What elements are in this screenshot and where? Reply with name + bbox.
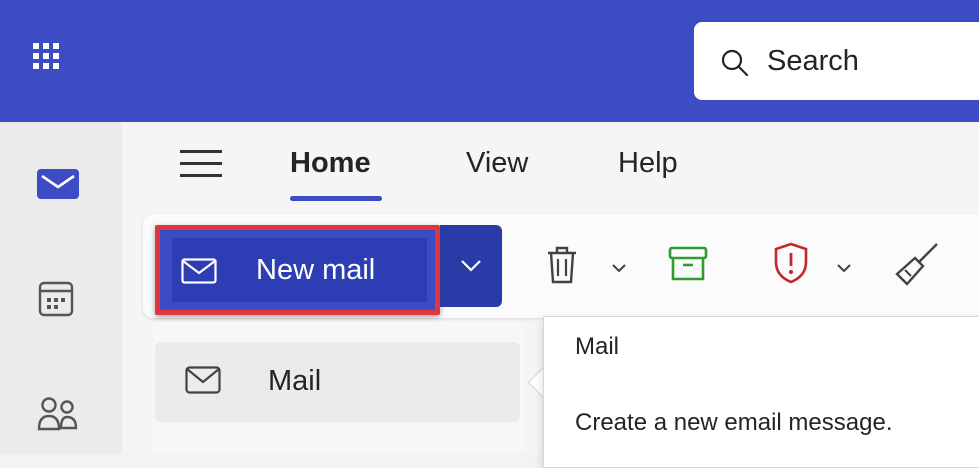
menu-item-label: Mail	[268, 365, 322, 397]
active-tab-indicator	[290, 196, 382, 201]
people-icon[interactable]	[36, 396, 80, 436]
tooltip-description: Create a new email message.	[575, 409, 893, 436]
chevron-down-icon[interactable]	[836, 263, 852, 273]
new-mail-button[interactable]: New mail	[155, 225, 440, 315]
report-icon[interactable]	[773, 242, 809, 284]
tab-home[interactable]: Home	[290, 143, 371, 183]
new-mail-button-inner[interactable]: New mail	[172, 238, 427, 302]
calendar-icon[interactable]	[36, 280, 76, 318]
tab-help[interactable]: Help	[618, 143, 678, 183]
tooltip: Mail Create a new email message.	[543, 316, 979, 468]
mail-icon[interactable]	[36, 168, 80, 200]
delete-icon[interactable]	[545, 245, 579, 285]
mail-icon	[185, 366, 221, 394]
sweep-icon[interactable]	[893, 240, 941, 288]
menu-item-mail[interactable]: Mail	[155, 342, 520, 422]
tab-view[interactable]: View	[466, 143, 528, 183]
search-placeholder: Search	[767, 45, 859, 77]
mail-icon	[181, 258, 217, 284]
search-icon	[721, 49, 749, 77]
app-rail	[0, 122, 122, 454]
app-launcher-icon[interactable]	[33, 43, 59, 69]
top-header-bar: Search	[0, 0, 979, 122]
tooltip-title: Mail	[575, 333, 620, 360]
archive-icon[interactable]	[668, 246, 708, 282]
new-mail-options-button[interactable]	[440, 225, 502, 307]
search-box[interactable]: Search	[694, 22, 979, 100]
chevron-down-icon[interactable]	[611, 263, 627, 273]
hamburger-menu-icon[interactable]	[180, 150, 222, 178]
new-mail-label: New mail	[256, 254, 376, 286]
chevron-down-icon	[461, 260, 481, 272]
